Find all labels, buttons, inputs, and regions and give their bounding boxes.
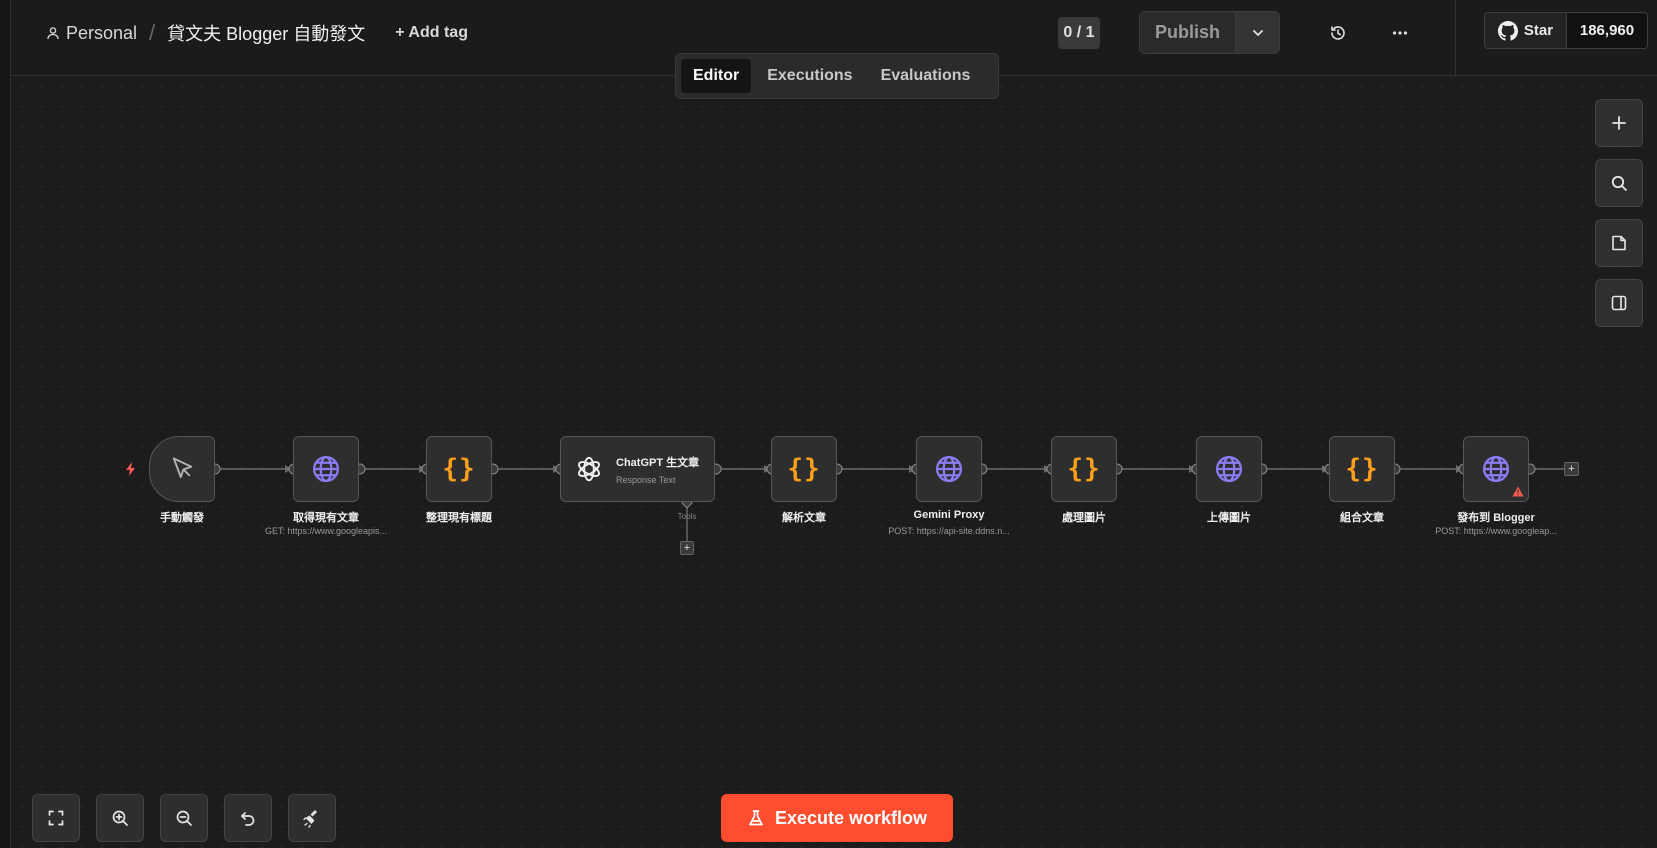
github-star-label: Star (1523, 22, 1554, 39)
github-icon (1497, 20, 1518, 41)
project-name: Personal (66, 22, 138, 43)
add-node-after-button[interactable]: + (1564, 462, 1579, 476)
sticky-note-icon (1612, 235, 1626, 251)
canvas-right-toolbar (1595, 99, 1643, 327)
node-text: ChatGPT 生文章 Response Text (616, 454, 699, 485)
lightning-icon (126, 462, 135, 476)
tab-evaluations[interactable]: Evaluations (869, 59, 983, 93)
node-label: 發布到 Blogger (1457, 512, 1535, 524)
zoom-in-icon (112, 810, 128, 826)
toggle-panel-button[interactable] (1595, 279, 1643, 327)
node-title: ChatGPT 生文章 (616, 456, 700, 469)
history-button[interactable] (1325, 20, 1351, 46)
zoom-out-button[interactable] (160, 794, 208, 842)
project-link[interactable]: Personal (46, 23, 137, 44)
code-braces-icon: {} (442, 454, 476, 484)
node-code-parse[interactable]: {} (771, 436, 837, 502)
code-braces-icon: {} (1067, 454, 1101, 484)
publish-group: Publish (1139, 11, 1280, 54)
tab-executions[interactable]: Executions (755, 59, 864, 93)
undo-button[interactable] (224, 794, 272, 842)
zoom-in-button[interactable] (96, 794, 144, 842)
node-subtitle: POST: https://api-site.ddns.n... (888, 526, 1010, 536)
publish-button[interactable]: Publish (1140, 12, 1236, 53)
add-node-button[interactable] (1595, 99, 1643, 147)
node-http-gemini[interactable] (916, 436, 982, 502)
workflow-title[interactable]: 貸文夫 Blogger 自動發文 (167, 20, 365, 46)
cursor-icon (172, 457, 193, 479)
tools-label: Tools (677, 512, 697, 521)
breadcrumb-separator: / (149, 20, 156, 45)
node-subtitle: Response Text (616, 474, 676, 485)
undo-icon (241, 812, 255, 826)
node-code-combine[interactable]: {} (1329, 436, 1395, 502)
node-code-titles[interactable]: {} (426, 436, 492, 502)
tab-editor[interactable]: Editor (681, 59, 752, 93)
code-braces-icon: {} (1345, 454, 1379, 484)
execute-workflow-label: Execute workflow (774, 807, 928, 828)
fit-view-button[interactable] (32, 794, 80, 842)
node-code-images[interactable]: {} (1051, 436, 1117, 502)
panel-icon (1611, 295, 1627, 311)
flask-icon (749, 810, 763, 826)
publish-dropdown-button[interactable] (1236, 12, 1279, 53)
add-tag-button[interactable]: + Add tag (395, 24, 468, 42)
node-label: 整理現有標題 (426, 512, 492, 524)
header-divider (1455, 0, 1456, 76)
breadcrumb: Personal / 貸文夫 Blogger 自動發文 + Add tag (46, 20, 468, 46)
node-http-upload[interactable] (1196, 436, 1262, 502)
search-icon (1611, 175, 1627, 191)
tidy-up-button[interactable] (288, 794, 336, 842)
code-braces-icon: {} (787, 454, 821, 484)
history-icon (1331, 26, 1345, 40)
add-sticky-note-button[interactable] (1595, 219, 1643, 267)
globe-icon (1483, 456, 1509, 482)
more-options-button[interactable] (1387, 20, 1413, 46)
user-icon (47, 27, 59, 40)
left-sidebar-edge (0, 0, 11, 848)
node-http-get-posts[interactable] (293, 436, 359, 502)
active-counter: 0 / 1 (1058, 17, 1100, 49)
github-star-count: 186,960 (1567, 13, 1647, 48)
node-chatgpt[interactable]: ChatGPT 生文章 Response Text (560, 436, 715, 502)
fit-view-icon (48, 810, 64, 826)
warning-icon (1512, 486, 1524, 497)
globe-icon (936, 456, 962, 482)
chevron-down-icon (1252, 29, 1263, 36)
execute-workflow-button[interactable]: Execute workflow (721, 794, 953, 842)
globe-icon (313, 456, 339, 482)
search-nodes-button[interactable] (1595, 159, 1643, 207)
node-manual-trigger[interactable] (149, 436, 215, 502)
view-tabs: Editor Executions Evaluations (675, 53, 999, 99)
zoom-out-icon (176, 810, 192, 826)
plus-icon (1612, 116, 1626, 130)
github-star[interactable]: Star (1485, 13, 1567, 48)
globe-icon (1216, 456, 1242, 482)
github-star-button[interactable]: Star 186,960 (1484, 12, 1648, 49)
node-subtitle: POST: https://www.googleap... (1435, 526, 1557, 536)
app-root: Personal / 貸文夫 Blogger 自動發文 + Add tag 0 … (0, 0, 1657, 848)
openai-icon (578, 456, 600, 482)
tidy-up-icon (303, 810, 317, 828)
node-subtitle: GET: https://www.googleapis... (264, 526, 388, 536)
node-http-publish-blogger[interactable] (1463, 436, 1529, 502)
add-tool-button[interactable]: + (680, 541, 694, 555)
ellipsis-icon (1392, 31, 1408, 35)
